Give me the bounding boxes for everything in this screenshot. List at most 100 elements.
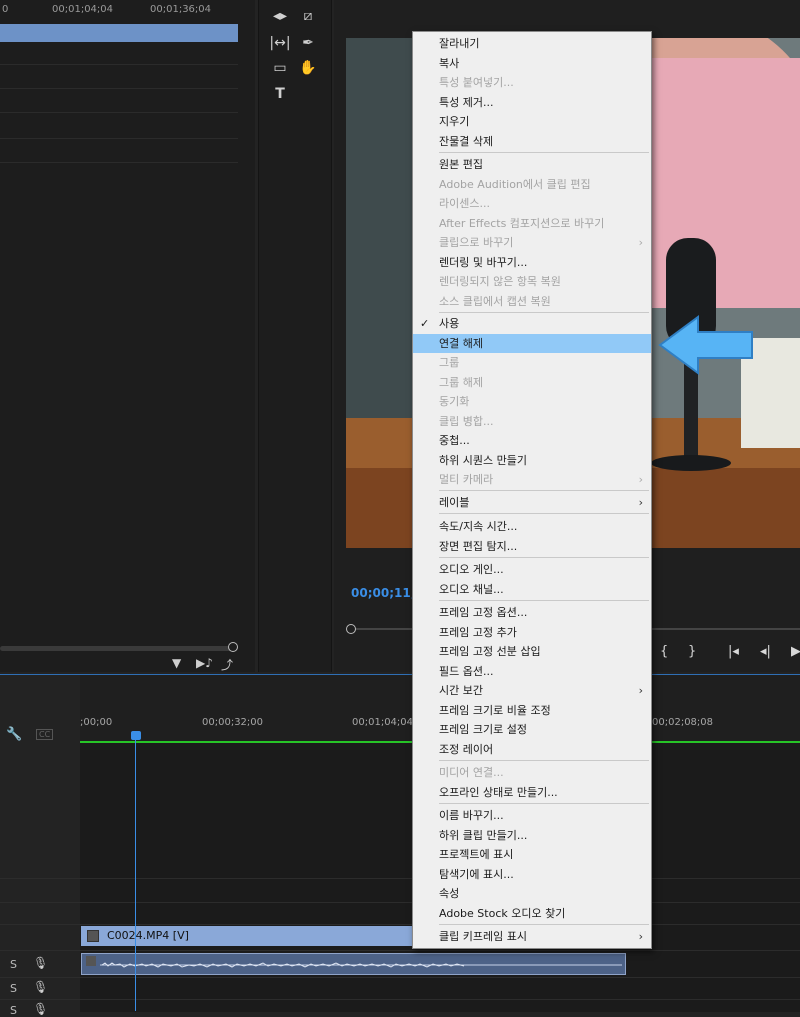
menu-item-restore-unrendered[interactable]: 렌더링되지 않은 항목 복원 (413, 272, 651, 292)
menu-item-show-clip-keyframes[interactable]: 클립 키프레임 표시 › (413, 927, 651, 947)
ruler-label: 00;02;08;08 (652, 717, 714, 728)
divider (0, 112, 238, 113)
type-tool-icon[interactable]: T (269, 84, 291, 104)
video-clip[interactable]: C0024.MP4 [V] (81, 926, 416, 946)
source-zoom-scrollbar[interactable] (0, 646, 236, 651)
menu-item-nest[interactable]: 중첩... (413, 431, 651, 451)
menu-item-frame-hold-options[interactable]: 프레임 고정 옵션... (413, 603, 651, 623)
ruler-label: ;00;00 (80, 717, 113, 728)
menu-item-restore-captions[interactable]: 소스 클립에서 캡션 복원 (413, 292, 651, 312)
menu-item-properties[interactable]: 속성 (413, 884, 651, 904)
audio-source-icon[interactable]: ▶♪ (196, 656, 213, 670)
menu-item-label: 중첩... (439, 434, 470, 447)
menu-item-group[interactable]: 그룹 (413, 353, 651, 373)
menu-item-label: 사용 (439, 317, 460, 330)
menu-item-label: 탐색기에 표시... (439, 867, 514, 881)
mark-in-icon[interactable]: { (660, 644, 668, 659)
menu-item-add-frame-hold[interactable]: 프레임 고정 추가 (413, 623, 651, 643)
menu-item-edit-original[interactable]: 원본 편집 (413, 155, 651, 175)
menu-item-label: 이름 바꾸기... (439, 809, 504, 822)
menu-item-merge-clips[interactable]: 클립 병합... (413, 412, 651, 432)
menu-item-rename[interactable]: 이름 바꾸기... (413, 806, 651, 826)
menu-item-make-subclip[interactable]: 하위 클립 만들기... (413, 826, 651, 846)
export-icon[interactable]: ⤴ (221, 656, 233, 673)
menu-item-cut[interactable]: 잘라내기 (413, 34, 651, 54)
menu-item-edit-in-audition[interactable]: Adobe Audition에서 클립 편집 (413, 175, 651, 195)
audio-clip[interactable] (81, 953, 626, 975)
program-zoom-handle[interactable] (346, 624, 356, 634)
menu-separator (439, 557, 649, 558)
menu-item-audio-gain[interactable]: 오디오 게인... (413, 560, 651, 580)
menu-item-scale-to-frame-size[interactable]: 프레임 크기로 비율 조정 (413, 701, 651, 721)
menu-item-label: 프레임 고정 선분 삽입 (439, 645, 541, 658)
callout-arrow-icon (658, 315, 753, 375)
pen-tool-icon[interactable]: ✒ (297, 33, 319, 53)
menu-separator (439, 312, 649, 313)
microphone-icon[interactable]: 🎙 (33, 980, 48, 994)
wrench-icon[interactable]: 🔧 (6, 727, 22, 742)
go-to-in-icon[interactable]: |◂ (728, 644, 739, 659)
menu-item-label: Adobe Audition에서 클립 편집 (439, 177, 591, 191)
microphone-icon[interactable]: 🎙 (33, 1002, 48, 1016)
menu-item-remove-attributes[interactable]: 특성 제거... (413, 93, 651, 113)
play-icon[interactable]: ▶ (791, 644, 800, 659)
menu-item-license[interactable]: 라이센스... (413, 194, 651, 214)
mark-out-icon[interactable]: } (688, 644, 696, 659)
menu-item-reveal-in-explorer[interactable]: 탐색기에 표시... (413, 865, 651, 885)
menu-item-ungroup[interactable]: 그룹 해제 (413, 373, 651, 393)
menu-item-paste-attributes[interactable]: 특성 붙여넣기... (413, 73, 651, 93)
menu-item-field-options[interactable]: 필드 옵션... (413, 662, 651, 682)
solo-label[interactable]: S (10, 982, 17, 995)
menu-item-copy[interactable]: 복사 (413, 54, 651, 74)
menu-item-label: Adobe Stock 오디오 찾기 (439, 906, 566, 920)
menu-item-adjustment-layer[interactable]: 조정 레이어 (413, 740, 651, 760)
menu-item-synchronize[interactable]: 동기화 (413, 392, 651, 412)
menu-item-audio-channels[interactable]: 오디오 채널... (413, 580, 651, 600)
menu-item-ripple-delete[interactable]: 잔물결 삭제 (413, 132, 651, 152)
menu-item-replace-with-ae-comp[interactable]: After Effects 컴포지션으로 바꾸기 (413, 214, 651, 234)
slip-tool-icon[interactable]: |↔| (269, 33, 291, 53)
submenu-arrow-icon: › (638, 930, 643, 943)
menu-item-reveal-in-project[interactable]: 프로젝트에 표시 (413, 845, 651, 865)
source-ruler-label: 00;01;04;04 (52, 4, 114, 15)
playhead-handle[interactable] (131, 731, 141, 740)
menu-separator (439, 152, 649, 153)
divider (0, 88, 238, 89)
ruler-label: 00;00;32;00 (202, 717, 264, 728)
menu-item-set-to-frame-size[interactable]: 프레임 크기로 설정 (413, 720, 651, 740)
menu-item-adobe-stock-audio[interactable]: Adobe Stock 오디오 찾기 (413, 904, 651, 924)
step-back-icon[interactable]: ◂| (760, 644, 771, 659)
menu-separator (439, 490, 649, 491)
solo-label[interactable]: S (10, 958, 17, 971)
menu-item-label: 속성 (439, 887, 460, 900)
menu-item-label-submenu[interactable]: 레이블 › (413, 493, 651, 513)
menu-item-scene-edit-detection[interactable]: 장면 편집 탐지... (413, 537, 651, 557)
menu-item-make-subsequence[interactable]: 하위 시퀀스 만들기 (413, 451, 651, 471)
menu-item-render-and-replace[interactable]: 렌더링 및 바꾸기... (413, 253, 651, 273)
filter-icon[interactable]: ▼ (172, 656, 181, 670)
source-zoom-handle[interactable] (228, 642, 238, 652)
ripple-edit-tool-icon[interactable]: ◂▸ (269, 6, 291, 26)
captions-icon[interactable]: CC (36, 729, 54, 740)
hand-tool-icon[interactable]: ✋ (297, 58, 319, 78)
menu-item-clear[interactable]: 지우기 (413, 112, 651, 132)
menu-item-insert-frame-hold-segment[interactable]: 프레임 고정 선분 삽입 (413, 642, 651, 662)
menu-item-time-interpolation[interactable]: 시간 보간 › (413, 681, 651, 701)
menu-item-label: 복사 (439, 56, 460, 70)
source-in-out-bar[interactable] (0, 24, 238, 42)
menu-item-replace-with-clip[interactable]: 클립으로 바꾸기 › (413, 233, 651, 253)
menu-item-speed-duration[interactable]: 속도/지속 시간... (413, 517, 651, 537)
menu-item-label: 클립 키프레임 표시 (439, 930, 527, 943)
menu-item-label: 클립으로 바꾸기 (439, 236, 514, 249)
microphone-icon[interactable]: 🎙 (33, 956, 48, 970)
razor-tool-icon[interactable]: ⧄ (297, 6, 319, 26)
menu-item-label: 클립 병합... (439, 414, 494, 428)
menu-item-link-media[interactable]: 미디어 연결... (413, 763, 651, 783)
menu-item-label: After Effects 컴포지션으로 바꾸기 (439, 216, 605, 230)
menu-item-label: 미디어 연결... (439, 766, 504, 779)
menu-item-unlink[interactable]: 연결 해제 (413, 333, 651, 353)
menu-item-enable[interactable]: ✓ 사용 (413, 314, 651, 334)
menu-item-make-offline[interactable]: 오프라인 상태로 만들기... (413, 783, 651, 803)
menu-item-multi-camera[interactable]: 멀티 카메라 › (413, 470, 651, 490)
rectangle-tool-icon[interactable]: ▭ (269, 58, 291, 78)
